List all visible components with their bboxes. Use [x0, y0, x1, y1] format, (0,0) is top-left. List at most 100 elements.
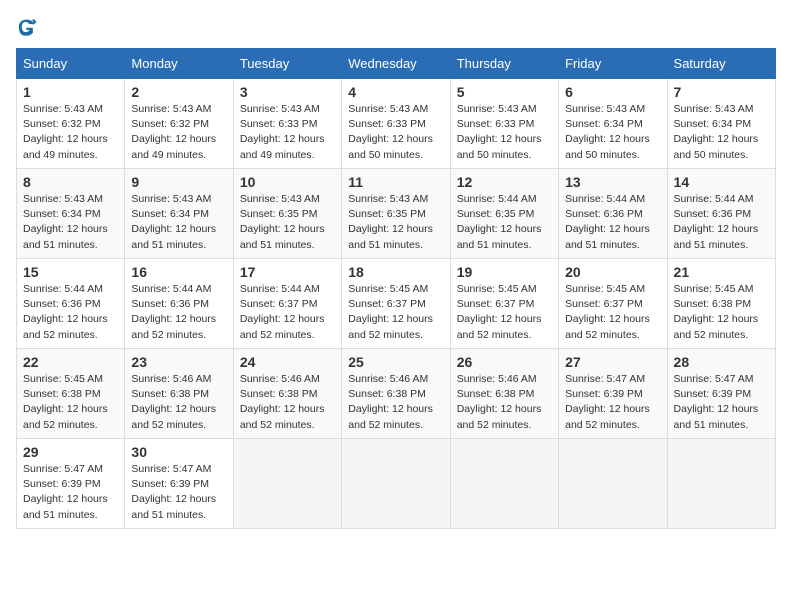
day-detail: Sunrise: 5:47 AMSunset: 6:39 PMDaylight:…: [674, 372, 769, 433]
calendar-table: Sunday Monday Tuesday Wednesday Thursday…: [16, 48, 776, 529]
day-number: 3: [240, 84, 335, 100]
day-number: 26: [457, 354, 552, 370]
day-detail: Sunrise: 5:45 AMSunset: 6:38 PMDaylight:…: [23, 372, 118, 433]
day-detail: Sunrise: 5:43 AMSunset: 6:32 PMDaylight:…: [23, 102, 118, 163]
day-number: 28: [674, 354, 769, 370]
calendar-cell: [559, 439, 667, 529]
calendar-cell: 3 Sunrise: 5:43 AMSunset: 6:33 PMDaylight…: [233, 79, 341, 169]
day-number: 16: [131, 264, 226, 280]
calendar-cell: 26 Sunrise: 5:46 AMSunset: 6:38 PMDayligh…: [450, 349, 558, 439]
calendar-cell: 9 Sunrise: 5:43 AMSunset: 6:34 PMDaylight…: [125, 169, 233, 259]
day-detail: Sunrise: 5:43 AMSunset: 6:34 PMDaylight:…: [23, 192, 118, 253]
calendar-cell: 30Sunrise: 5:47 AMSunset: 6:39 PMDayligh…: [125, 439, 233, 529]
logo-icon: [16, 16, 38, 38]
calendar-cell: 17 Sunrise: 5:44 AMSunset: 6:37 PMDayligh…: [233, 259, 341, 349]
calendar-cell: 25 Sunrise: 5:46 AMSunset: 6:38 PMDayligh…: [342, 349, 450, 439]
day-detail: Sunrise: 5:44 AMSunset: 6:36 PMDaylight:…: [565, 192, 660, 253]
day-number: 6: [565, 84, 660, 100]
day-number: 17: [240, 264, 335, 280]
calendar-cell: [450, 439, 558, 529]
calendar-cell: 8 Sunrise: 5:43 AMSunset: 6:34 PMDaylight…: [17, 169, 125, 259]
day-number: 12: [457, 174, 552, 190]
calendar-cell: 19Sunrise: 5:45 AMSunset: 6:37 PMDayligh…: [450, 259, 558, 349]
day-number: 1: [23, 84, 118, 100]
week-row-2: 8 Sunrise: 5:43 AMSunset: 6:34 PMDaylight…: [17, 169, 776, 259]
day-number: 30: [131, 444, 226, 460]
day-number: 18: [348, 264, 443, 280]
day-number: 8: [23, 174, 118, 190]
day-number: 4: [348, 84, 443, 100]
logo: [16, 16, 42, 38]
calendar-cell: 16 Sunrise: 5:44 AMSunset: 6:36 PMDayligh…: [125, 259, 233, 349]
day-detail: Sunrise: 5:43 AMSunset: 6:35 PMDaylight:…: [348, 192, 443, 253]
day-number: 7: [674, 84, 769, 100]
col-saturday: Saturday: [667, 49, 775, 79]
calendar-cell: 13 Sunrise: 5:44 AMSunset: 6:36 PMDayligh…: [559, 169, 667, 259]
calendar-cell: 27Sunrise: 5:47 AMSunset: 6:39 PMDayligh…: [559, 349, 667, 439]
calendar-cell: 6 Sunrise: 5:43 AMSunset: 6:34 PMDaylight…: [559, 79, 667, 169]
day-detail: Sunrise: 5:46 AMSunset: 6:38 PMDaylight:…: [457, 372, 552, 433]
day-number: 25: [348, 354, 443, 370]
day-detail: Sunrise: 5:44 AMSunset: 6:36 PMDaylight:…: [131, 282, 226, 343]
calendar-cell: 22 Sunrise: 5:45 AMSunset: 6:38 PMDayligh…: [17, 349, 125, 439]
calendar-cell: 1 Sunrise: 5:43 AMSunset: 6:32 PMDaylight…: [17, 79, 125, 169]
day-detail: Sunrise: 5:46 AMSunset: 6:38 PMDaylight:…: [348, 372, 443, 433]
calendar-header: Sunday Monday Tuesday Wednesday Thursday…: [17, 49, 776, 79]
day-number: 24: [240, 354, 335, 370]
day-detail: Sunrise: 5:44 AMSunset: 6:35 PMDaylight:…: [457, 192, 552, 253]
day-number: 27: [565, 354, 660, 370]
calendar-cell: [342, 439, 450, 529]
col-thursday: Thursday: [450, 49, 558, 79]
week-row-4: 22 Sunrise: 5:45 AMSunset: 6:38 PMDayligh…: [17, 349, 776, 439]
day-header-row: Sunday Monday Tuesday Wednesday Thursday…: [17, 49, 776, 79]
calendar-cell: 2Sunrise: 5:43 AMSunset: 6:32 PMDaylight…: [125, 79, 233, 169]
day-detail: Sunrise: 5:43 AMSunset: 6:33 PMDaylight:…: [457, 102, 552, 163]
day-detail: Sunrise: 5:44 AMSunset: 6:36 PMDaylight:…: [23, 282, 118, 343]
calendar-cell: 23Sunrise: 5:46 AMSunset: 6:38 PMDayligh…: [125, 349, 233, 439]
day-number: 20: [565, 264, 660, 280]
day-number: 10: [240, 174, 335, 190]
day-number: 21: [674, 264, 769, 280]
day-detail: Sunrise: 5:43 AMSunset: 6:35 PMDaylight:…: [240, 192, 335, 253]
day-number: 14: [674, 174, 769, 190]
page-header: [16, 16, 776, 38]
calendar-cell: 28 Sunrise: 5:47 AMSunset: 6:39 PMDayligh…: [667, 349, 775, 439]
calendar-cell: 12 Sunrise: 5:44 AMSunset: 6:35 PMDayligh…: [450, 169, 558, 259]
day-number: 5: [457, 84, 552, 100]
calendar-cell: 4 Sunrise: 5:43 AMSunset: 6:33 PMDaylight…: [342, 79, 450, 169]
day-detail: Sunrise: 5:43 AMSunset: 6:33 PMDaylight:…: [240, 102, 335, 163]
day-number: 13: [565, 174, 660, 190]
calendar-cell: [667, 439, 775, 529]
calendar-cell: 18 Sunrise: 5:45 AMSunset: 6:37 PMDayligh…: [342, 259, 450, 349]
day-detail: Sunrise: 5:43 AMSunset: 6:33 PMDaylight:…: [348, 102, 443, 163]
week-row-3: 15 Sunrise: 5:44 AMSunset: 6:36 PMDayligh…: [17, 259, 776, 349]
day-detail: Sunrise: 5:46 AMSunset: 6:38 PMDaylight:…: [240, 372, 335, 433]
col-tuesday: Tuesday: [233, 49, 341, 79]
day-number: 19: [457, 264, 552, 280]
day-detail: Sunrise: 5:43 AMSunset: 6:34 PMDaylight:…: [131, 192, 226, 253]
day-number: 22: [23, 354, 118, 370]
calendar-cell: 24 Sunrise: 5:46 AMSunset: 6:38 PMDayligh…: [233, 349, 341, 439]
col-monday: Monday: [125, 49, 233, 79]
col-wednesday: Wednesday: [342, 49, 450, 79]
day-detail: Sunrise: 5:44 AMSunset: 6:37 PMDaylight:…: [240, 282, 335, 343]
day-number: 23: [131, 354, 226, 370]
calendar-cell: 15 Sunrise: 5:44 AMSunset: 6:36 PMDayligh…: [17, 259, 125, 349]
day-number: 15: [23, 264, 118, 280]
day-detail: Sunrise: 5:45 AMSunset: 6:37 PMDaylight:…: [565, 282, 660, 343]
calendar-cell: 5 Sunrise: 5:43 AMSunset: 6:33 PMDaylight…: [450, 79, 558, 169]
day-number: 9: [131, 174, 226, 190]
day-detail: Sunrise: 5:47 AMSunset: 6:39 PMDaylight:…: [23, 462, 118, 523]
week-row-1: 1 Sunrise: 5:43 AMSunset: 6:32 PMDaylight…: [17, 79, 776, 169]
day-number: 29: [23, 444, 118, 460]
calendar-cell: 10 Sunrise: 5:43 AMSunset: 6:35 PMDayligh…: [233, 169, 341, 259]
calendar-cell: 29 Sunrise: 5:47 AMSunset: 6:39 PMDayligh…: [17, 439, 125, 529]
calendar-cell: 20 Sunrise: 5:45 AMSunset: 6:37 PMDayligh…: [559, 259, 667, 349]
calendar-cell: 7 Sunrise: 5:43 AMSunset: 6:34 PMDaylight…: [667, 79, 775, 169]
day-detail: Sunrise: 5:43 AMSunset: 6:34 PMDaylight:…: [565, 102, 660, 163]
day-number: 11: [348, 174, 443, 190]
day-detail: Sunrise: 5:43 AMSunset: 6:34 PMDaylight:…: [674, 102, 769, 163]
calendar-body: 1 Sunrise: 5:43 AMSunset: 6:32 PMDaylight…: [17, 79, 776, 529]
day-detail: Sunrise: 5:45 AMSunset: 6:37 PMDaylight:…: [348, 282, 443, 343]
day-detail: Sunrise: 5:44 AMSunset: 6:36 PMDaylight:…: [674, 192, 769, 253]
